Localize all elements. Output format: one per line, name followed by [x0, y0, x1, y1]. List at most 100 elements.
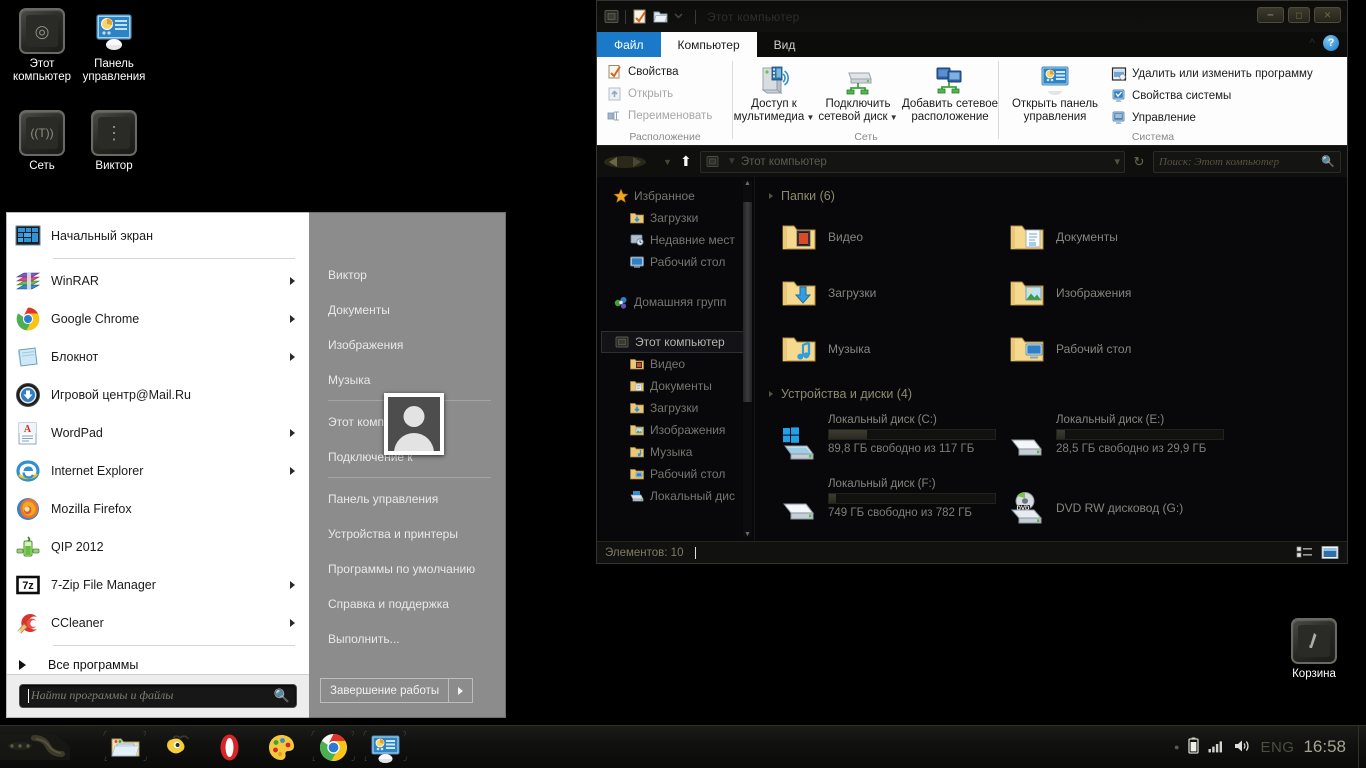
ribbon-open-button[interactable]: Открыть	[599, 83, 681, 105]
ribbon-rename-button[interactable]: Переименовать	[599, 105, 720, 127]
shutdown-options-button[interactable]	[449, 678, 474, 703]
desktop-icon-control-panel[interactable]: Панель управления	[76, 8, 152, 84]
start-place-pictures[interactable]: Изображения	[309, 327, 505, 362]
tree-item-favorites[interactable]: Избранное	[597, 185, 754, 207]
chevron-down-icon[interactable]	[673, 8, 690, 25]
start-item-start-screen[interactable]: Начальный экран	[7, 217, 309, 255]
drive-tile-c[interactable]: Локальный диск (C:) 89,8 ГБ свободно из …	[779, 411, 1007, 475]
breadcrumb[interactable]: Этот компьютер	[741, 156, 827, 168]
taskbar-control-panel[interactable]: ╭ ╮ ╰ ╯	[360, 728, 410, 766]
tray-expand-icon[interactable]: ●	[1174, 742, 1179, 752]
tile-downloads[interactable]: Загрузки	[779, 265, 1007, 321]
tile-pictures[interactable]: Изображения	[1007, 265, 1235, 321]
dropdown-arrow-icon[interactable]: ▼	[804, 113, 814, 122]
start-item-mozilla-firefox[interactable]: Mozilla Firefox	[7, 490, 309, 528]
start-item-ccleaner[interactable]: CCleaner	[7, 604, 309, 642]
address-history-icon[interactable]: ▾	[1114, 155, 1120, 168]
drive-tile-f[interactable]: Локальный диск (F:) 749 ГБ свободно из 7…	[779, 475, 1007, 539]
desktop-icon-recycle-bin[interactable]: Корзина	[1276, 618, 1352, 681]
ribbon-manage-button[interactable]: Управление	[1103, 107, 1321, 129]
tree-item-documents[interactable]: Документы	[597, 375, 754, 397]
start-item-internet-explorer[interactable]: Internet Explorer	[7, 452, 309, 490]
recent-locations-button[interactable]: ▼	[663, 157, 672, 167]
start-place-documents[interactable]: Документы	[309, 292, 505, 327]
close-button[interactable]: ✕	[1314, 7, 1341, 23]
start-button[interactable]	[0, 726, 86, 768]
taskbar-mail-agent[interactable]	[152, 728, 202, 766]
group-header-folders[interactable]: Папки (6)	[755, 185, 1347, 207]
ribbon-open-control-panel-button[interactable]: Открыть панель управления	[1007, 61, 1103, 124]
ribbon-map-network-drive-button[interactable]: Подключить сетевой диск ▼	[817, 61, 899, 124]
tree-item-desktop-folder[interactable]: Рабочий стол	[597, 463, 754, 485]
drive-tile-e[interactable]: Локальный диск (E:) 28,5 ГБ свободно из …	[1007, 411, 1235, 475]
network-signal-icon[interactable]	[1208, 739, 1225, 756]
tree-item-downloads[interactable]: Загрузки	[597, 207, 754, 229]
maximize-button[interactable]: ◻	[1288, 7, 1310, 23]
tab-computer[interactable]: Компьютер	[660, 32, 757, 57]
tab-view[interactable]: Вид	[757, 32, 813, 57]
tree-item-downloads-2[interactable]: Загрузки	[597, 397, 754, 419]
shutdown-button[interactable]: Завершение работы	[320, 678, 450, 703]
scroll-up-arrow-icon[interactable]: ▲	[744, 180, 751, 187]
desktop-icon-this-computer[interactable]: ◎ Этот компьютер	[4, 8, 80, 84]
scrollbar-thumb[interactable]	[743, 202, 752, 402]
start-item-notepad[interactable]: Блокнот	[7, 338, 309, 376]
ribbon-add-network-location-button[interactable]: Добавить сетевое расположение	[901, 61, 999, 124]
tile-documents[interactable]: Документы	[1007, 209, 1235, 265]
start-place-devices-printers[interactable]: Устройства и принтеры	[309, 516, 505, 551]
breadcrumb-chevron-icon[interactable]: ▼	[727, 156, 737, 167]
new-folder-icon[interactable]	[652, 8, 669, 25]
start-place-help-support[interactable]: Справка и поддержка	[309, 586, 505, 621]
computer-icon[interactable]	[603, 8, 620, 25]
collapse-ribbon-icon[interactable]: ^	[1309, 36, 1315, 50]
properties-icon[interactable]	[631, 8, 648, 25]
ribbon-media-access-button[interactable]: Доступ к мультимедиа ▼	[733, 61, 815, 124]
large-icons-view-button[interactable]	[1321, 545, 1339, 560]
start-place-music[interactable]: Музыка	[309, 362, 505, 397]
user-avatar[interactable]	[384, 393, 444, 455]
start-item-winrar[interactable]: WinRAR	[7, 262, 309, 300]
tree-item-this-computer[interactable]: Этот компьютер	[601, 331, 750, 353]
start-place-user[interactable]: Виктор	[309, 257, 505, 292]
start-item-qip-2012[interactable]: QIP 2012	[7, 528, 309, 566]
all-programs-button[interactable]: Все программы	[7, 649, 309, 674]
start-item-mailru-gamecenter[interactable]: Игровой центр@Mail.Ru	[7, 376, 309, 414]
tree-item-pictures[interactable]: Изображения	[597, 419, 754, 441]
ribbon-uninstall-program-button[interactable]: Удалить или изменить программу	[1103, 63, 1321, 85]
tile-videos[interactable]: Видео	[779, 209, 1007, 265]
start-item-google-chrome[interactable]: Google Chrome	[7, 300, 309, 338]
start-search-input[interactable]: Найти программы и файлы 🔍	[19, 683, 297, 708]
navigation-pane-scrollbar[interactable]: ▲ ▼	[743, 180, 752, 538]
desktop-icon-user-folder[interactable]: ⋮ Виктор	[76, 110, 152, 173]
help-icon[interactable]: ?	[1323, 35, 1339, 51]
minimize-button[interactable]: ━	[1257, 7, 1284, 23]
taskbar-chrome[interactable]: ╭ ╮ ╰ ╯	[308, 728, 358, 766]
volume-icon[interactable]	[1234, 739, 1251, 756]
group-header-devices[interactable]: Устройства и диски (4)	[755, 383, 1347, 405]
taskbar-file-explorer[interactable]: ╭ ╮ ╰ ╯	[100, 728, 150, 766]
tree-item-desktop[interactable]: Рабочий стол	[597, 251, 754, 273]
refresh-button[interactable]: ↻	[1129, 154, 1149, 170]
details-view-button[interactable]	[1296, 545, 1314, 560]
start-place-run[interactable]: Выполнить...	[309, 621, 505, 656]
language-indicator[interactable]: ENG	[1260, 739, 1294, 756]
tree-item-recent-places[interactable]: Недавние мест	[597, 229, 754, 251]
desktop-icon-network[interactable]: ((T)) Сеть	[4, 110, 80, 173]
taskbar-opera[interactable]	[204, 728, 254, 766]
show-desktop-button[interactable]	[1358, 725, 1366, 768]
tab-file[interactable]: Файл	[597, 32, 661, 57]
up-button[interactable]: ⬆	[676, 152, 696, 172]
tile-music[interactable]: Музыка	[779, 321, 1007, 377]
clock[interactable]: 16:58	[1303, 737, 1352, 757]
taskbar-paint[interactable]	[256, 728, 306, 766]
file-list-pane[interactable]: Папки (6) Видео Документы Загрузки Изобр…	[755, 177, 1347, 541]
start-place-default-programs[interactable]: Программы по умолчанию	[309, 551, 505, 586]
drive-tile-g[interactable]: DVD DVD RW дисковод (G:)	[1007, 475, 1235, 539]
tree-item-music[interactable]: Музыка	[597, 441, 754, 463]
ribbon-properties-button[interactable]: Свойства	[599, 61, 687, 83]
tree-item-homegroup[interactable]: Домашняя групп	[597, 291, 754, 313]
tree-item-videos[interactable]: Видео	[597, 353, 754, 375]
tile-desktop[interactable]: Рабочий стол	[1007, 321, 1235, 377]
ribbon-system-properties-button[interactable]: Свойства системы	[1103, 85, 1321, 107]
start-place-control-panel[interactable]: Панель управления	[309, 481, 505, 516]
